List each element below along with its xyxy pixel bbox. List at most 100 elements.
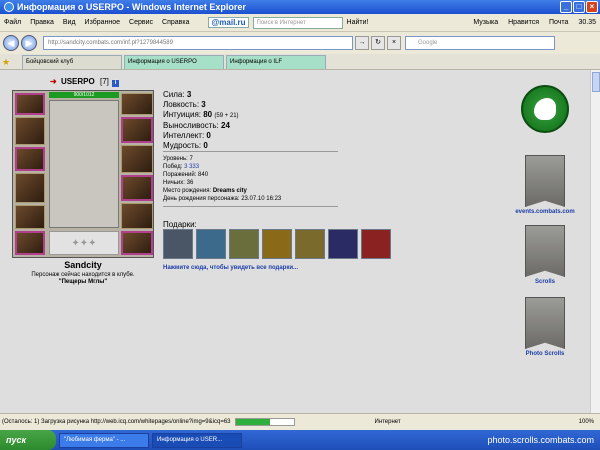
menu-tools[interactable]: Сервис [129,19,153,26]
character-name: USERPO [60,77,95,86]
city-name: Sandcity [64,260,102,270]
belt-slot[interactable] [121,203,153,229]
taskbar: пуск "Любимая ферма" - ... Информация о … [0,430,600,450]
stat-row: Мудрость: 0 [163,141,208,150]
menu-help[interactable]: Справка [162,19,189,26]
google-search-input[interactable]: Google [405,36,555,50]
scrollbar-thumb[interactable] [592,72,600,92]
mailru-logo[interactable]: @mail.ru [208,17,249,28]
armor-slot-2[interactable] [15,205,45,229]
info-losses: Поражений: 840 [163,172,209,178]
status-text: (Осталось: 1) Загрузка рисунка http://we… [2,419,231,425]
armor-slot-1[interactable] [15,117,45,145]
stat-row: Интуиция: 80 (59 + 21) [163,110,239,119]
gift-bell-icon[interactable] [262,229,292,259]
bracer-slot[interactable] [15,147,45,171]
task-farm[interactable]: "Любимая ферма" - ... [59,432,149,448]
info-birthday: День рождения персонажа: 23.07.10 16:23 [163,196,282,202]
info-wins: Побед: 3 333 [163,164,200,170]
character-header: ➜ USERPO [7] i [50,77,120,87]
boots-slot[interactable] [121,175,153,201]
wins-link[interactable]: 3 333 [184,164,199,170]
gloves-slot[interactable] [15,231,45,255]
helmet-slot[interactable] [15,93,45,115]
stat-row: Ловкость: 3 [163,100,206,109]
favorites-star-icon[interactable]: ★ [2,57,14,69]
amulet-slot[interactable] [121,117,153,143]
like-button[interactable]: Нравится [508,19,539,26]
window-titlebar: Информация о USERPO - Windows Internet E… [0,0,600,14]
refresh-button[interactable]: ↻ [371,36,385,50]
right-sidebar: events.combats.com Scrolls Photo Scrolls [505,85,585,357]
music-button[interactable]: Музыка [473,19,498,26]
weapon-left-slot[interactable] [15,173,45,203]
shield-slot[interactable] [121,231,153,255]
url-input[interactable]: http://sandcity.combats.com/inf.pl?12798… [43,36,353,50]
gift-ice-icon[interactable] [196,229,226,259]
scrolls-banner-icon[interactable] [525,225,565,277]
photo-scrolls-banner-icon[interactable] [525,297,565,349]
window-title: Информация о USERPO - Windows Internet E… [17,2,246,12]
menu-file[interactable]: Файл [4,19,21,26]
info-draws: Ничьих: 36 [163,180,194,186]
photo-scrolls-link[interactable]: Photo Scrolls [505,351,585,357]
tab-fight-club[interactable]: Бойцовский клуб [22,55,122,69]
mail-button[interactable]: Почта [549,19,568,26]
character-level: [7] [99,77,109,86]
ie-icon [4,2,14,12]
claw-logo-icon[interactable] [521,85,569,133]
loading-progress [234,418,295,426]
location-text: Персонаж сейчас находится в клубе. [31,272,135,278]
tab-info-userpo[interactable]: Информация о USERPO [124,55,224,69]
character-silhouette [49,100,119,228]
vertical-scrollbar[interactable] [590,70,600,413]
stop-button[interactable]: × [387,36,401,50]
info-icon[interactable]: i [112,80,120,87]
page-content: ➜ USERPO [7] i 900/1012 ✦✦✦ Sandcity Пер… [0,70,590,413]
gift-target-icon[interactable] [229,229,259,259]
tab-info-ilf[interactable]: Информация о ILF [226,55,326,69]
go-button[interactable]: → [355,36,369,50]
events-banner-icon[interactable] [525,155,565,207]
start-button[interactable]: пуск [0,430,56,450]
info-divider [163,206,338,207]
status-bar: (Осталось: 1) Загрузка рисунка http://we… [0,413,600,430]
weather-temp: 30.35 [578,19,596,26]
ring-slot-1[interactable] [121,93,153,115]
task-info-userpo[interactable]: Информация о USER... [152,432,242,448]
zoom-level[interactable]: 100% [579,419,600,425]
stat-row: Выносливость: 24 [163,121,230,130]
back-button[interactable]: ◀ [3,35,19,51]
find-button[interactable]: Найти! [347,19,369,26]
gift-book-icon[interactable] [361,229,391,259]
gift-card-icon[interactable] [328,229,358,259]
gifts-list [163,229,391,259]
info-level: Уровень: 7 [163,156,193,162]
mailru-search-input[interactable]: Поиск в Интернет [252,16,343,29]
close-button[interactable]: × [586,1,598,13]
minimize-button[interactable]: _ [560,1,572,13]
hp-bar: 900/1012 [49,92,119,98]
stat-row: Интеллект: 0 [163,131,211,140]
tab-bar: ★ Бойцовский клуб Информация о USERPO Ин… [0,54,600,70]
arrow-icon: ➜ [50,77,57,86]
stat-row: Сила: 3 [163,90,192,99]
menu-favorites[interactable]: Избранное [85,19,120,26]
stats-divider [163,151,338,152]
gifts-title: Подарки: [163,220,197,229]
forward-button[interactable]: ▶ [21,35,37,51]
all-gifts-link[interactable]: Нажмите сюда, чтобы увидеть все подарки.… [163,265,298,271]
menu-bar: Файл Правка Вид Избранное Сервис Справка… [0,14,600,32]
address-bar: ◀ ▶ http://sandcity.combats.com/inf.pl?1… [0,32,600,54]
gift-snowflake-icon[interactable] [163,229,193,259]
stats-list: Сила: 3 Ловкость: 3 Интуиция: 80 (59 + 2… [163,90,239,151]
menu-view[interactable]: Вид [63,19,76,26]
menu-edit[interactable]: Правка [30,19,54,26]
character-panel: 900/1012 ✦✦✦ [12,90,154,258]
character-info: Уровень: 7 Побед: 3 333 Поражений: 840 Н… [163,155,281,203]
mailru-toolbar: @mail.ru Поиск в Интернет Найти! [208,16,369,29]
events-link[interactable]: events.combats.com [505,209,585,215]
maximize-button[interactable]: □ [573,1,585,13]
weapon-right-slot[interactable] [121,145,153,173]
gift-candle-icon[interactable] [295,229,325,259]
